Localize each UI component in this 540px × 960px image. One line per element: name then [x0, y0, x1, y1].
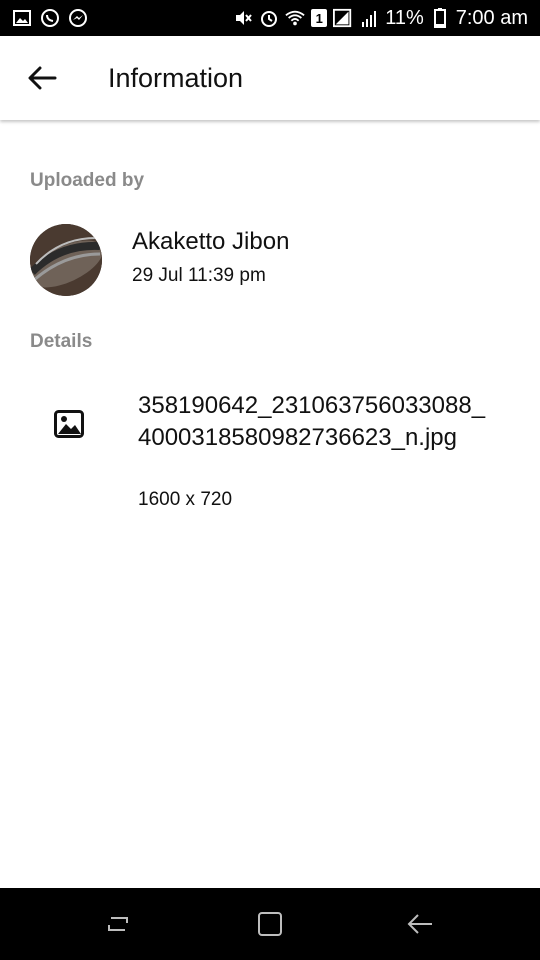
uploader-name[interactable]: Akaketto Jibon: [132, 228, 289, 256]
recent-apps-button[interactable]: [98, 908, 138, 940]
back-arrow-icon: [407, 914, 432, 934]
file-name: 358190642_231063756033088_40003185809827…: [138, 392, 486, 451]
details-label: Details: [30, 331, 93, 352]
battery-percent: 11%: [385, 7, 424, 29]
signal-bars-icon: [359, 8, 379, 28]
status-left-icons: [12, 8, 88, 28]
upload-timestamp: 29 Jul 11:39 pm: [132, 265, 266, 286]
file-dimensions: 1600 x 720: [138, 489, 233, 510]
image-icon: [54, 410, 84, 438]
signal-icon: [333, 8, 353, 28]
app-bar: Information: [0, 36, 540, 120]
messenger-icon: [68, 8, 88, 28]
recent-apps-icon: [108, 917, 128, 931]
wifi-icon: [285, 8, 305, 28]
gallery-icon: [12, 8, 32, 28]
avatar[interactable]: [30, 224, 102, 296]
home-button[interactable]: [250, 908, 290, 940]
back-button[interactable]: [22, 60, 62, 96]
home-icon: [258, 912, 282, 936]
status-bar: 1 11% 7:00 am: [0, 0, 540, 36]
uploaded-by-label: Uploaded by: [30, 170, 145, 191]
arrow-back-icon: [28, 66, 57, 90]
mute-icon: [233, 8, 253, 28]
whatsapp-icon: [40, 8, 60, 28]
alarm-icon: [259, 8, 279, 28]
page-title: Information: [108, 63, 244, 93]
navigation-bar: [0, 888, 540, 960]
sim-icon: 1: [311, 9, 328, 27]
status-right-icons: 1 11% 7:00 am: [233, 6, 528, 30]
clock: 7:00 am: [455, 7, 528, 29]
nav-back-button[interactable]: [400, 908, 440, 940]
battery-icon: [430, 8, 450, 28]
